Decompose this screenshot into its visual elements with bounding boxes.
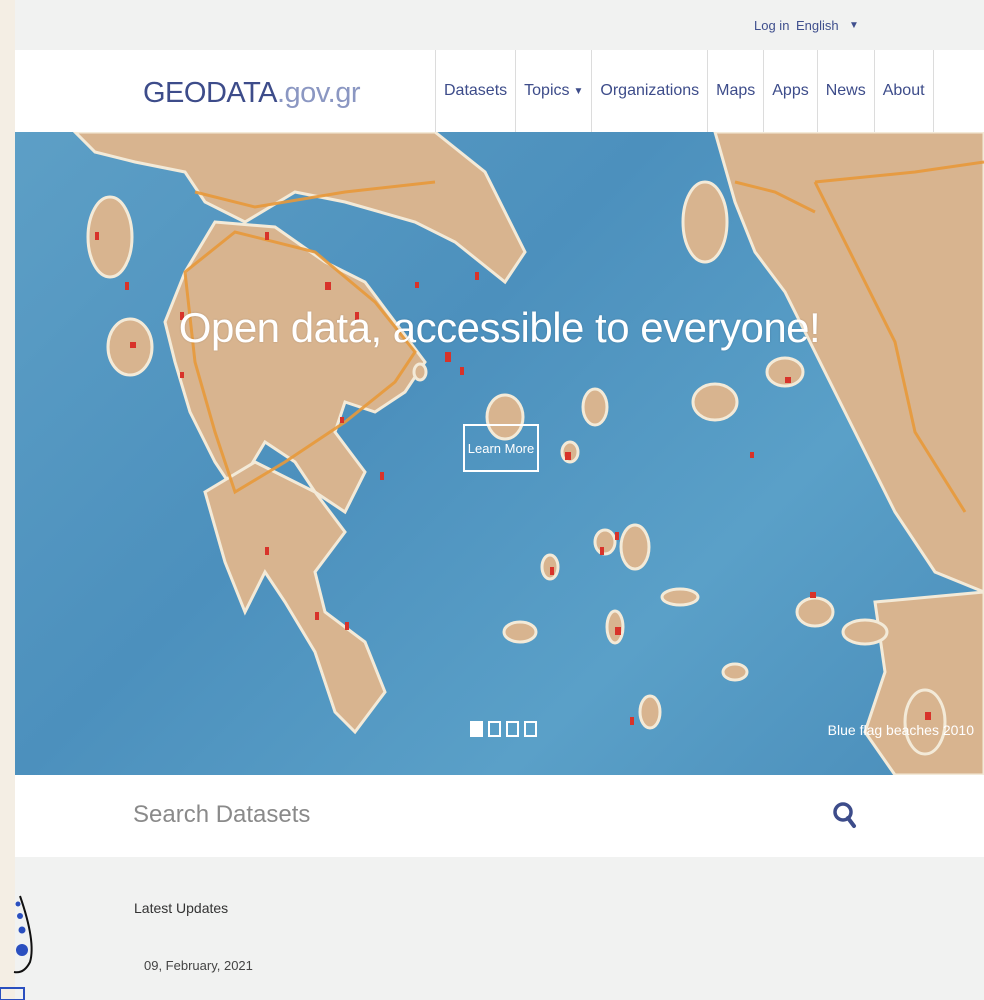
search-input[interactable] [133, 795, 773, 835]
water-drops-icon [0, 892, 40, 1000]
nav-topics[interactable]: Topics ▼ [515, 50, 591, 132]
carousel-dot-4[interactable] [524, 721, 537, 737]
logo-suffix: .gov.gr [277, 77, 361, 109]
update-date: 09, February, 2021 [144, 958, 253, 973]
latest-updates-heading: Latest Updates [134, 900, 229, 916]
nav-apps[interactable]: Apps [763, 50, 816, 132]
language-selector[interactable]: English [796, 18, 839, 33]
carousel-dot-2[interactable] [488, 721, 501, 737]
learn-more-button[interactable]: Learn More [463, 424, 539, 472]
land-south [203, 460, 387, 735]
login-link[interactable]: Log in [754, 18, 789, 33]
carousel-dot-3[interactable] [506, 721, 519, 737]
nav-maps[interactable]: Maps [707, 50, 763, 132]
land-central [163, 220, 427, 515]
search-bar [15, 775, 984, 857]
hero-carousel: Open data, accessible to everyone! Learn… [15, 132, 984, 775]
carousel-indicators [470, 721, 537, 737]
top-bar: Log in English ▼ [15, 0, 984, 50]
site-logo[interactable]: GEODATA.gov.gr [143, 77, 361, 110]
main-nav: Datasets Topics ▼ Organizations Maps Apps… [435, 50, 934, 132]
page: Log in English ▼ GEODATA.gov.gr Datasets… [0, 0, 984, 1000]
nav-datasets[interactable]: Datasets [435, 50, 515, 132]
hero-title: Open data, accessible to everyone! [178, 304, 821, 351]
search-icon[interactable] [832, 800, 858, 835]
logo-main: GEODATA [143, 77, 278, 109]
land-northeast [713, 132, 984, 594]
site-header: GEODATA.gov.gr Datasets Topics ▼ Organiza… [15, 50, 984, 132]
nav-news[interactable]: News [816, 50, 874, 132]
chevron-down-icon[interactable]: ▼ [849, 20, 859, 31]
caret-down-icon: ▼ [573, 85, 584, 97]
nav-about[interactable]: About [873, 50, 934, 132]
nav-organizations[interactable]: Organizations [591, 50, 707, 132]
latest-updates: Latest Updates 09, February, 2021 [15, 857, 984, 1000]
slide-caption: Blue flag beaches 2010 [827, 722, 974, 738]
carousel-dot-1[interactable] [470, 721, 483, 737]
